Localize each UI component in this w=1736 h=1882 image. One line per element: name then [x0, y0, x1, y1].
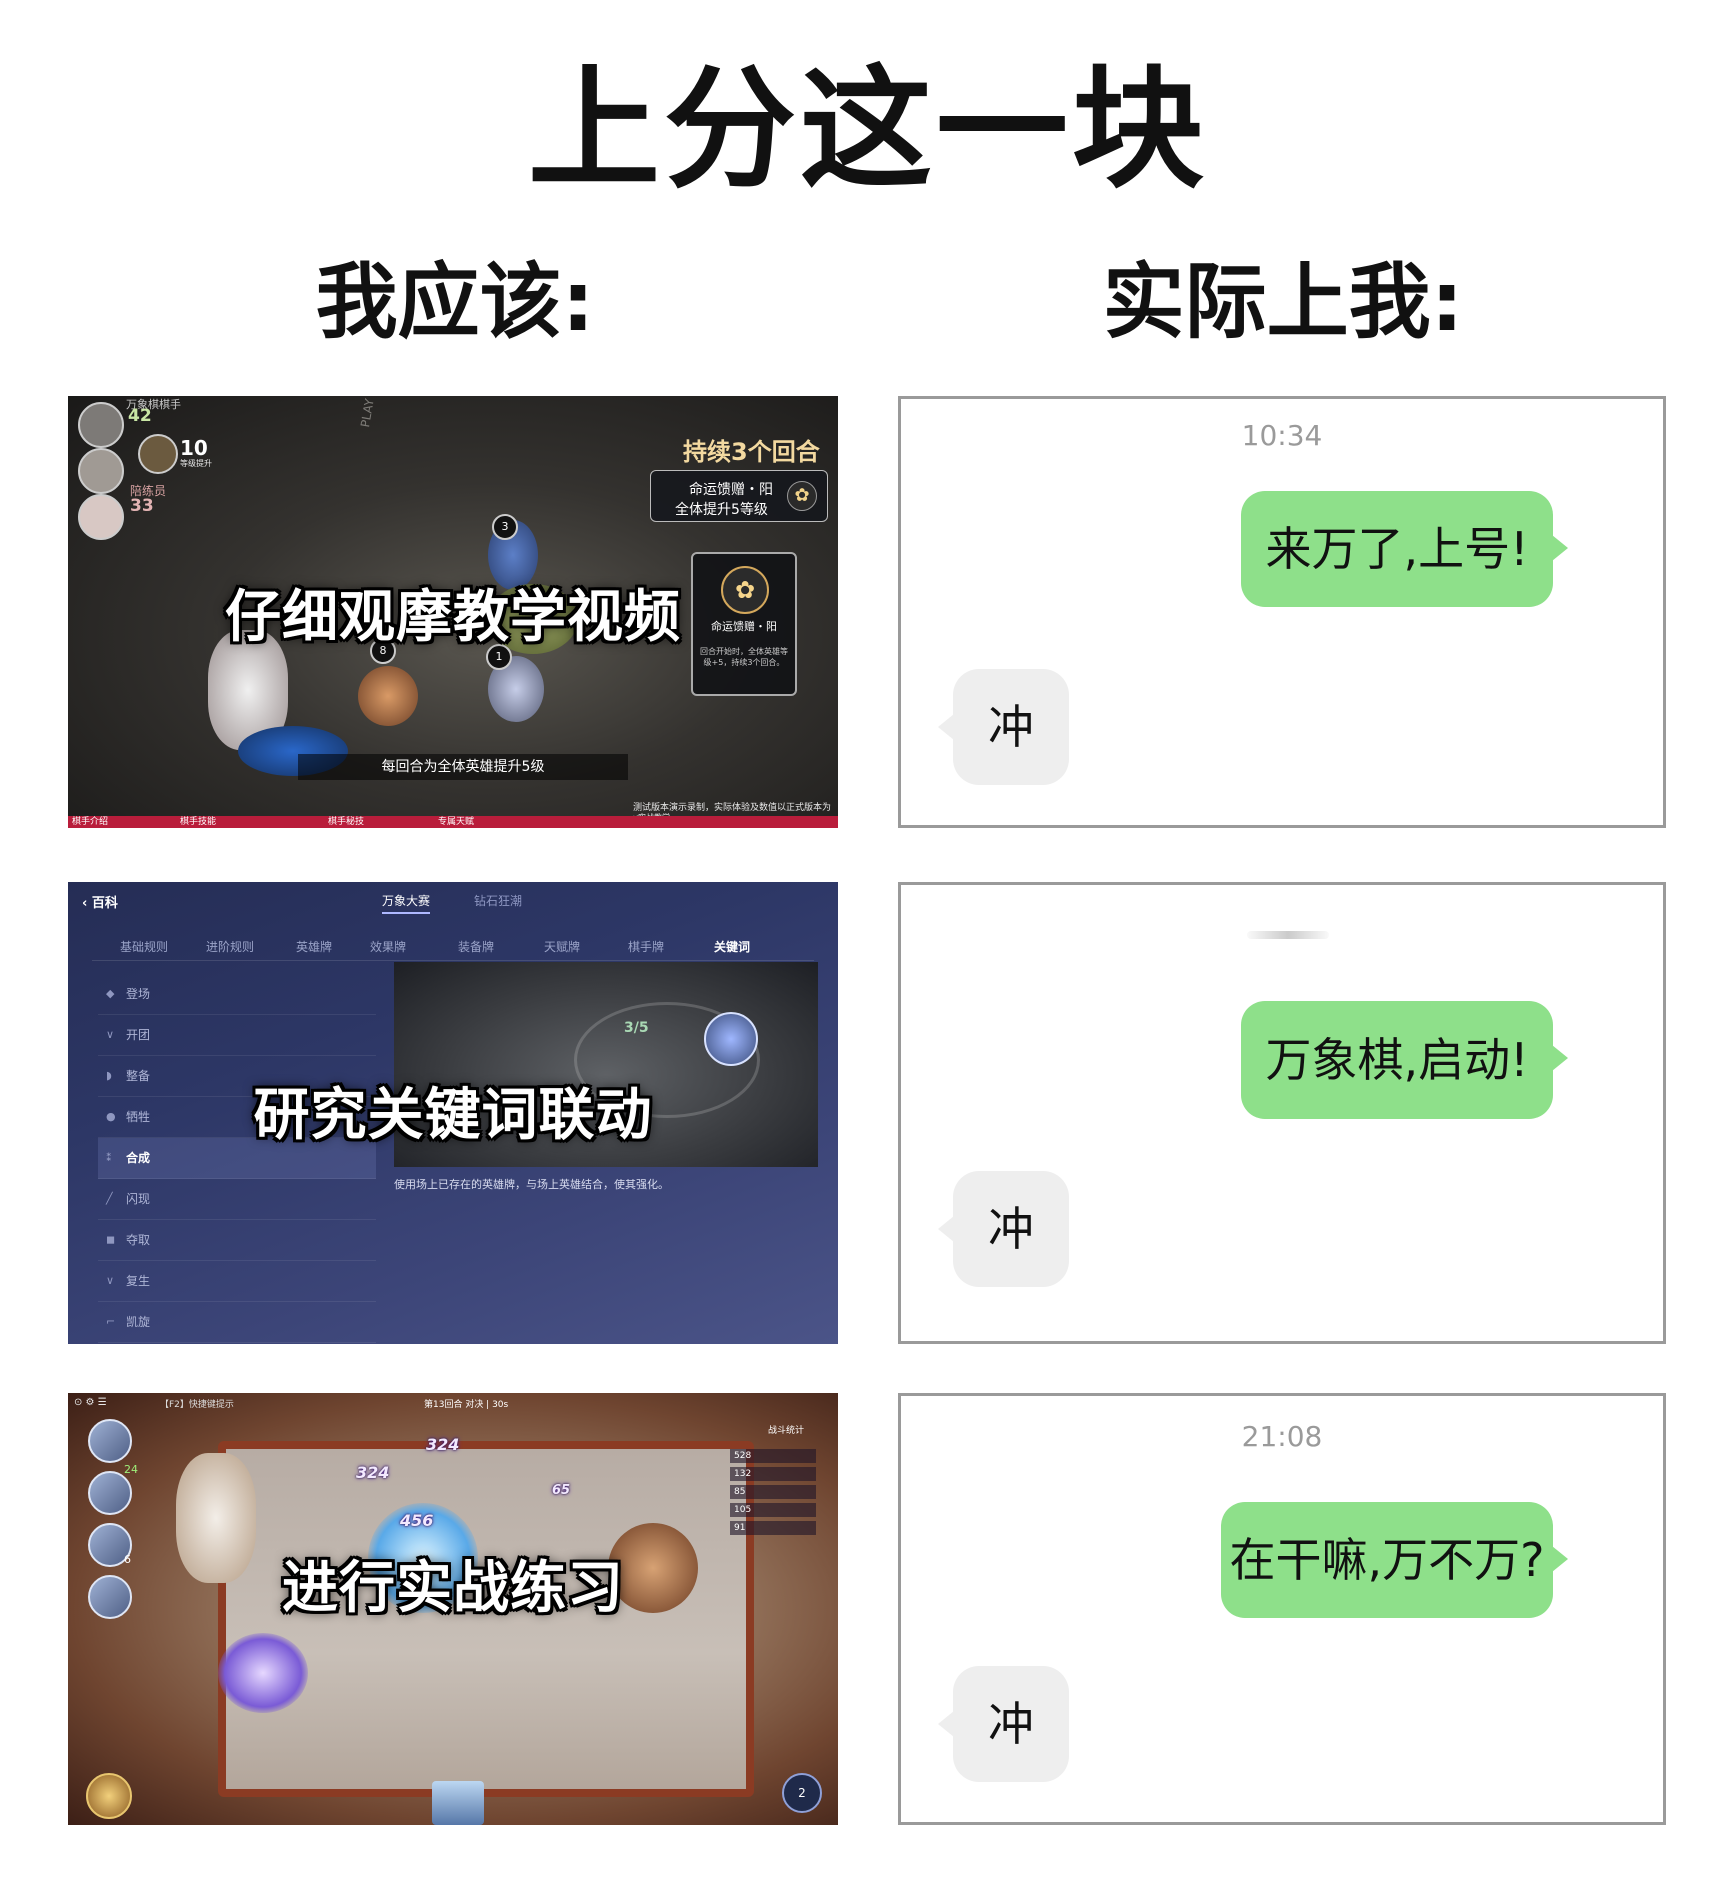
duration-title: 持续3个回合 — [683, 438, 820, 466]
tab-player-skill: 棋手技能 — [180, 817, 217, 827]
back-label: 百科 — [91, 896, 118, 911]
tab-keywords: 关键词 — [714, 940, 751, 954]
tab-player-intro: 棋手介绍 — [72, 817, 109, 827]
bottom-tab-bar: 棋手介绍 棋手技能 棋手秘技 专属天赋 — [68, 816, 838, 828]
hero-unit — [358, 666, 418, 726]
stat-42: 42 — [128, 406, 152, 426]
reply-message-bubble: 冲 — [938, 1171, 1069, 1287]
damage-number: 324 — [356, 1463, 390, 1482]
damage-stat: 85 — [730, 1485, 816, 1499]
wall-text: PLAY TOGETHER — [358, 396, 389, 428]
damage-stat: 91 — [730, 1521, 816, 1535]
hotkey-hint: 【F2】快捷键提示 — [160, 1400, 234, 1410]
chat-window: 21:08 在干嘛,万不万? 冲 — [898, 1393, 1666, 1825]
player-emblem — [86, 1773, 132, 1819]
damage-number: 65 — [552, 1483, 571, 1498]
damage-stat: 105 — [730, 1503, 816, 1517]
chat-window: 10:34 来万了,上号! 冲 — [898, 396, 1666, 828]
blessing-card: 命运馈赠・阳 全体提升5等级 ✿ — [650, 470, 828, 522]
tab-equipment-cards: 装备牌 — [458, 940, 495, 954]
right-column-heading: 实际上我: — [1102, 255, 1464, 350]
player-avatar — [88, 1471, 132, 1515]
tab-talent-cards: 天赋牌 — [544, 940, 581, 954]
my-message-bubble: 万象棋,启动! — [1241, 1001, 1568, 1119]
unit-star-badge: 3 — [492, 514, 518, 540]
player-avatar — [78, 494, 124, 540]
tab-hero-cards: 英雄牌 — [296, 940, 333, 954]
card-glow — [704, 1012, 758, 1066]
round-info: 第13回合 对决 | 30s — [424, 1400, 509, 1410]
tab-advanced-rules: 进阶规则 — [206, 940, 255, 954]
level-badge: 2 — [782, 1773, 822, 1813]
player-avatar — [88, 1419, 132, 1463]
chat-timestamp: 21:08 — [1241, 1420, 1323, 1453]
tip-bar: 每回合为全体英雄提升5级 — [298, 754, 628, 780]
left-column-heading: 我应该: — [315, 255, 595, 350]
tutorial-video-screenshot: 万象棋棋手 42 10 等级提升 陪练员 33 PLAY TOGETHER 持续… — [68, 396, 838, 828]
menu-icons: ⊙ ⚙ ☰ — [74, 1397, 107, 1408]
back-button: ‹ 百科 — [82, 896, 118, 911]
encyclopedia-screenshot: ‹ 百科 万象大赛 钻石狂潮 基础规则 进阶规则 英雄牌 效果牌 装备牌 天赋牌… — [68, 882, 838, 1344]
magic-effect — [218, 1633, 308, 1713]
counter: 3/5 — [624, 1020, 649, 1036]
page-title: 上分这一块 — [528, 53, 1208, 207]
panel-caption: 仔细观摩教学视频 — [225, 585, 681, 650]
top-bar: ‹ 百科 万象大赛 钻石狂潮 — [68, 882, 838, 920]
hero-avatar — [138, 434, 178, 474]
damage-stats-list: 528 132 85 105 91 — [730, 1449, 816, 1539]
chat-window: 万象棋,启动! 冲 — [898, 882, 1666, 1344]
reply-message-bubble: 冲 — [938, 1666, 1069, 1782]
player-avatar — [78, 448, 124, 494]
damage-number: 324 — [426, 1435, 460, 1454]
keyword-item: ⌐ 凯旋 — [98, 1302, 376, 1343]
tab-effect-cards: 效果牌 — [370, 940, 407, 954]
blurred-timestamp — [1247, 931, 1329, 939]
hero-card — [432, 1781, 484, 1825]
tab-exclusive-talent: 专属天赋 — [438, 817, 475, 827]
keyword-item: ◼ 夺取 — [98, 1220, 376, 1261]
keyword-item: ∨ 开团 — [98, 1015, 376, 1056]
battle-screenshot: ⊙ ⚙ ☰ 【F2】快捷键提示 第13回合 对决 | 30s 战斗统计 24 6… — [68, 1393, 838, 1825]
panel-caption: 进行实战练习 — [282, 1556, 624, 1621]
damage-number: 456 — [400, 1511, 434, 1530]
tab-diamond: 钻石狂潮 — [474, 894, 523, 908]
reply-message-bubble: 冲 — [938, 669, 1069, 785]
sub-tab-bar: 基础规则 进阶规则 英雄牌 效果牌 装备牌 天赋牌 棋手牌 关键词 — [92, 934, 814, 961]
battle-stats-label: 战斗统计 — [768, 1426, 805, 1436]
stat-10: 10 — [180, 436, 208, 460]
blessing-icon: ✿ — [787, 481, 817, 511]
player-avatar — [78, 402, 124, 448]
keyword-item: ∨ 复生 — [98, 1261, 376, 1302]
avatar-stat: 24 — [124, 1463, 138, 1476]
blessing-name: 命运馈赠・阳 — [689, 482, 773, 498]
stat-33: 33 — [130, 496, 154, 516]
keyword-item: ◆ 登场 — [98, 974, 376, 1015]
panel-caption: 研究关键词联动 — [253, 1083, 653, 1148]
tab-tournament: 万象大赛 — [382, 892, 431, 914]
keyword-item: ╱ 闪现 — [98, 1179, 376, 1220]
keyword-description: 使用场上已存在的英雄牌，与场上英雄结合，使其强化。 — [394, 1178, 669, 1191]
damage-stat: 132 — [730, 1467, 816, 1481]
tab-basic-rules: 基础规则 — [120, 940, 169, 954]
my-message-bubble: 来万了,上号! — [1241, 491, 1568, 607]
keyword-list: ◆ 登场 ∨ 开团 ◗ 整备 ● 牺牲 ⁑ 合成 ╱ 闪现 ◼ 夺取 ∨ 复生 ⌐ 凯旋 — [98, 974, 376, 1343]
my-message-bubble: 在干嘛,万不万? — [1221, 1502, 1568, 1618]
stat-10-sub: 等级提升 — [180, 459, 212, 468]
tab-player-secret: 棋手秘技 — [328, 817, 365, 827]
damage-stat: 528 — [730, 1449, 816, 1463]
chat-timestamp: 10:34 — [1241, 419, 1323, 452]
blessing-effect: 全体提升5等级 — [675, 502, 768, 518]
tab-player-cards: 棋手牌 — [628, 940, 665, 954]
